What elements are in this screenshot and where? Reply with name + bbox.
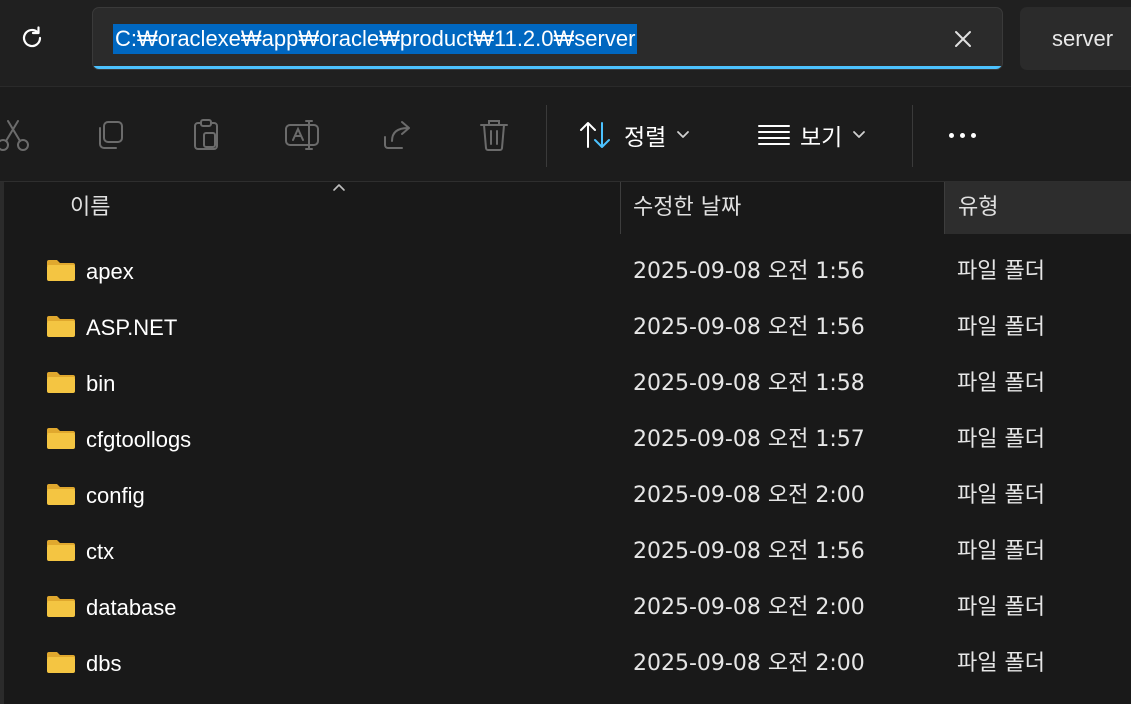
- folder-icon: [47, 484, 75, 505]
- folder-icon: [47, 372, 75, 393]
- file-list: 이름 수정한 날짜 유형 apex 2025-09-08 오전 1:56 파일 …: [0, 182, 1131, 704]
- rename-button[interactable]: [278, 111, 326, 159]
- toolbar-divider: [912, 105, 913, 167]
- chevron-down-icon: [853, 131, 866, 138]
- trash-icon: [480, 120, 508, 151]
- file-name: config: [86, 483, 145, 508]
- file-type: 파일 폴더: [957, 427, 1045, 452]
- file-row[interactable]: dbs 2025-09-08 오전 2:00 파일 폴더: [0, 636, 1131, 692]
- file-name: database: [86, 595, 177, 620]
- file-row[interactable]: bin 2025-09-08 오전 1:58 파일 폴더: [0, 356, 1131, 412]
- close-icon: [955, 31, 971, 47]
- folder-icon: [47, 596, 75, 617]
- copy-icon: [99, 121, 123, 149]
- column-header-name[interactable]: 이름: [70, 182, 610, 234]
- file-rows: apex 2025-09-08 오전 1:56 파일 폴더 ASP.NET 20…: [0, 244, 1131, 692]
- file-name: cfgtoollogs: [86, 427, 192, 452]
- folder-icon: [47, 428, 75, 449]
- file-row[interactable]: ctx 2025-09-08 오전 1:56 파일 폴더: [0, 524, 1131, 580]
- column-header-type[interactable]: 유형: [945, 182, 1131, 234]
- column-header-date-modified[interactable]: 수정한 날짜: [633, 182, 933, 234]
- column-header-row: 이름 수정한 날짜 유형: [0, 182, 1131, 234]
- file-name: ASP.NET: [86, 315, 178, 340]
- chevron-down-icon: [677, 131, 690, 138]
- sort-menu-label: 정렬: [624, 125, 667, 151]
- share-icon: [384, 121, 410, 149]
- rename-icon: [285, 120, 319, 150]
- refresh-icon: [22, 26, 42, 48]
- file-row[interactable]: database 2025-09-08 오전 2:00 파일 폴더: [0, 580, 1131, 636]
- file-date-modified: 2025-09-08 오전 1:56: [633, 539, 865, 564]
- file-type: 파일 폴더: [957, 315, 1045, 340]
- file-type: 파일 폴더: [957, 595, 1045, 620]
- address-input[interactable]: C:₩oraclexe₩app₩oracle₩product₩11.2.0₩se…: [92, 7, 1003, 70]
- address-focus-underline: [93, 66, 1002, 69]
- command-toolbar: 정렬 보기: [0, 86, 1131, 182]
- file-row[interactable]: cfgtoollogs 2025-09-08 오전 1:57 파일 폴더: [0, 412, 1131, 468]
- column-resize-handle[interactable]: [620, 182, 621, 234]
- clear-address-button[interactable]: [950, 26, 976, 52]
- file-date-modified: 2025-09-08 오전 2:00: [633, 483, 865, 508]
- file-explorer-window: C:₩oraclexe₩app₩oracle₩product₩11.2.0₩se…: [0, 0, 1131, 704]
- view-menu-button[interactable]: 보기: [758, 113, 866, 157]
- file-date-modified: 2025-09-08 오전 2:00: [633, 651, 865, 676]
- file-type: 파일 폴더: [957, 259, 1045, 284]
- file-type: 파일 폴더: [957, 483, 1045, 508]
- file-date-modified: 2025-09-08 오전 2:00: [633, 595, 865, 620]
- file-name: ctx: [86, 539, 115, 564]
- file-name: dbs: [86, 651, 122, 676]
- search-input[interactable]: server: [1020, 7, 1131, 70]
- delete-button[interactable]: [470, 111, 518, 159]
- paste-button[interactable]: [182, 111, 230, 159]
- folder-icon: [47, 540, 75, 561]
- share-button[interactable]: [374, 111, 422, 159]
- file-name: apex: [86, 259, 134, 284]
- sort-arrows-icon: [580, 122, 610, 148]
- file-row[interactable]: ASP.NET 2025-09-08 오전 1:56 파일 폴더: [0, 300, 1131, 356]
- view-menu-label: 보기: [800, 125, 843, 151]
- address-path-text[interactable]: C:₩oraclexe₩app₩oracle₩product₩11.2.0₩se…: [113, 24, 638, 54]
- copy-button[interactable]: [86, 111, 134, 159]
- file-type: 파일 폴더: [957, 539, 1045, 564]
- file-type: 파일 폴더: [957, 371, 1045, 396]
- search-text[interactable]: server: [1052, 26, 1113, 52]
- more-options-button[interactable]: [934, 111, 990, 159]
- toolbar-divider: [546, 105, 547, 167]
- file-date-modified: 2025-09-08 오전 1:58: [633, 371, 865, 396]
- folder-icon: [47, 652, 75, 673]
- folder-icon: [47, 260, 75, 281]
- file-date-modified: 2025-09-08 오전 1:57: [633, 427, 865, 452]
- clipboard-icon: [194, 119, 218, 150]
- sort-menu-button[interactable]: 정렬: [578, 113, 690, 157]
- file-date-modified: 2025-09-08 오전 1:56: [633, 259, 865, 284]
- scissors-icon: [0, 120, 29, 151]
- address-bar-row: C:₩oraclexe₩app₩oracle₩product₩11.2.0₩se…: [0, 0, 1131, 86]
- file-row[interactable]: apex 2025-09-08 오전 1:56 파일 폴더: [0, 244, 1131, 300]
- file-type: 파일 폴더: [957, 651, 1045, 676]
- folder-icon: [47, 316, 75, 337]
- cut-button[interactable]: [0, 111, 38, 159]
- list-view-icon: [758, 125, 790, 145]
- file-row[interactable]: config 2025-09-08 오전 2:00 파일 폴더: [0, 468, 1131, 524]
- file-name: bin: [86, 371, 116, 396]
- refresh-button[interactable]: [10, 16, 54, 60]
- file-date-modified: 2025-09-08 오전 1:56: [633, 315, 865, 340]
- more-icon: [948, 132, 954, 138]
